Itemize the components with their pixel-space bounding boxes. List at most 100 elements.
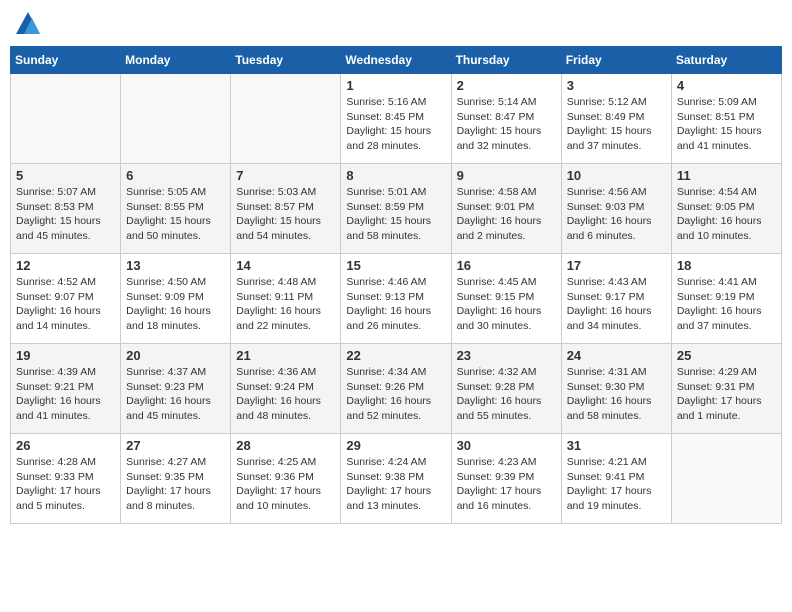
logo — [14, 10, 46, 38]
calendar-cell: 19 Sunrise: 4:39 AM Sunset: 9:21 PM Dayli… — [11, 344, 121, 434]
calendar-cell: 24 Sunrise: 4:31 AM Sunset: 9:30 PM Dayli… — [561, 344, 671, 434]
day-header-saturday: Saturday — [671, 47, 781, 74]
day-number: 8 — [346, 168, 445, 183]
calendar-cell: 1Sunrise: 5:16 AM Sunset: 8:45 PM Daylig… — [341, 74, 451, 164]
day-number: 31 — [567, 438, 666, 453]
day-number: 9 — [457, 168, 556, 183]
day-number: 13 — [126, 258, 225, 273]
day-number: 22 — [346, 348, 445, 363]
day-info: Sunrise: 4:31 AM Sunset: 9:30 PM Dayligh… — [567, 365, 666, 424]
day-info: Sunrise: 5:01 AM Sunset: 8:59 PM Dayligh… — [346, 185, 445, 244]
day-info: Sunrise: 4:43 AM Sunset: 9:17 PM Dayligh… — [567, 275, 666, 334]
day-info: Sunrise: 4:54 AM Sunset: 9:05 PM Dayligh… — [677, 185, 776, 244]
day-info: Sunrise: 4:25 AM Sunset: 9:36 PM Dayligh… — [236, 455, 335, 514]
day-info: Sunrise: 4:21 AM Sunset: 9:41 PM Dayligh… — [567, 455, 666, 514]
day-info: Sunrise: 4:28 AM Sunset: 9:33 PM Dayligh… — [16, 455, 115, 514]
calendar-body: 1Sunrise: 5:16 AM Sunset: 8:45 PM Daylig… — [11, 74, 782, 524]
calendar-cell: 25 Sunrise: 4:29 AM Sunset: 9:31 PM Dayli… — [671, 344, 781, 434]
calendar-cell: 6 Sunrise: 5:05 AM Sunset: 8:55 PM Daylig… — [121, 164, 231, 254]
calendar-cell: 29Sunrise: 4:24 AM Sunset: 9:38 PM Dayli… — [341, 434, 451, 524]
calendar-week-3: 12 Sunrise: 4:52 AM Sunset: 9:07 PM Dayli… — [11, 254, 782, 344]
day-header-tuesday: Tuesday — [231, 47, 341, 74]
day-number: 17 — [567, 258, 666, 273]
day-info: Sunrise: 5:09 AM Sunset: 8:51 PM Dayligh… — [677, 95, 776, 154]
day-info: Sunrise: 4:37 AM Sunset: 9:23 PM Dayligh… — [126, 365, 225, 424]
day-info: Sunrise: 4:46 AM Sunset: 9:13 PM Dayligh… — [346, 275, 445, 334]
day-info: Sunrise: 5:14 AM Sunset: 8:47 PM Dayligh… — [457, 95, 556, 154]
day-number: 27 — [126, 438, 225, 453]
day-number: 10 — [567, 168, 666, 183]
day-info: Sunrise: 4:34 AM Sunset: 9:26 PM Dayligh… — [346, 365, 445, 424]
day-number: 12 — [16, 258, 115, 273]
day-info: Sunrise: 4:23 AM Sunset: 9:39 PM Dayligh… — [457, 455, 556, 514]
day-info: Sunrise: 4:56 AM Sunset: 9:03 PM Dayligh… — [567, 185, 666, 244]
calendar-cell: 13 Sunrise: 4:50 AM Sunset: 9:09 PM Dayli… — [121, 254, 231, 344]
day-number: 28 — [236, 438, 335, 453]
day-number: 14 — [236, 258, 335, 273]
calendar-week-4: 19 Sunrise: 4:39 AM Sunset: 9:21 PM Dayli… — [11, 344, 782, 434]
calendar-cell: 15 Sunrise: 4:46 AM Sunset: 9:13 PM Dayli… — [341, 254, 451, 344]
day-info: Sunrise: 5:07 AM Sunset: 8:53 PM Dayligh… — [16, 185, 115, 244]
day-number: 30 — [457, 438, 556, 453]
day-info: Sunrise: 5:03 AM Sunset: 8:57 PM Dayligh… — [236, 185, 335, 244]
day-number: 2 — [457, 78, 556, 93]
calendar-cell: 17 Sunrise: 4:43 AM Sunset: 9:17 PM Dayli… — [561, 254, 671, 344]
calendar-cell: 8 Sunrise: 5:01 AM Sunset: 8:59 PM Daylig… — [341, 164, 451, 254]
calendar-cell: 21 Sunrise: 4:36 AM Sunset: 9:24 PM Dayli… — [231, 344, 341, 434]
day-info: Sunrise: 4:52 AM Sunset: 9:07 PM Dayligh… — [16, 275, 115, 334]
calendar-cell: 11 Sunrise: 4:54 AM Sunset: 9:05 PM Dayli… — [671, 164, 781, 254]
day-info: Sunrise: 4:41 AM Sunset: 9:19 PM Dayligh… — [677, 275, 776, 334]
calendar-cell: 16 Sunrise: 4:45 AM Sunset: 9:15 PM Dayli… — [451, 254, 561, 344]
calendar-table: SundayMondayTuesdayWednesdayThursdayFrid… — [10, 46, 782, 524]
calendar-cell: 14Sunrise: 4:48 AM Sunset: 9:11 PM Dayli… — [231, 254, 341, 344]
day-header-thursday: Thursday — [451, 47, 561, 74]
calendar-cell: 27 Sunrise: 4:27 AM Sunset: 9:35 PM Dayli… — [121, 434, 231, 524]
day-header-monday: Monday — [121, 47, 231, 74]
calendar-cell: 3 Sunrise: 5:12 AM Sunset: 8:49 PM Daylig… — [561, 74, 671, 164]
calendar-cell — [121, 74, 231, 164]
day-info: Sunrise: 4:29 AM Sunset: 9:31 PM Dayligh… — [677, 365, 776, 424]
calendar-cell — [231, 74, 341, 164]
day-number: 19 — [16, 348, 115, 363]
calendar-cell: 23Sunrise: 4:32 AM Sunset: 9:28 PM Dayli… — [451, 344, 561, 434]
calendar-cell: 7 Sunrise: 5:03 AM Sunset: 8:57 PM Daylig… — [231, 164, 341, 254]
day-info: Sunrise: 4:36 AM Sunset: 9:24 PM Dayligh… — [236, 365, 335, 424]
page-header — [10, 10, 782, 38]
logo-icon — [14, 10, 42, 38]
day-number: 16 — [457, 258, 556, 273]
calendar-cell: 9 Sunrise: 4:58 AM Sunset: 9:01 PM Daylig… — [451, 164, 561, 254]
day-info: Sunrise: 4:58 AM Sunset: 9:01 PM Dayligh… — [457, 185, 556, 244]
day-info: Sunrise: 4:39 AM Sunset: 9:21 PM Dayligh… — [16, 365, 115, 424]
calendar-cell: 12 Sunrise: 4:52 AM Sunset: 9:07 PM Dayli… — [11, 254, 121, 344]
day-info: Sunrise: 5:05 AM Sunset: 8:55 PM Dayligh… — [126, 185, 225, 244]
day-number: 23 — [457, 348, 556, 363]
calendar-cell: 26 Sunrise: 4:28 AM Sunset: 9:33 PM Dayli… — [11, 434, 121, 524]
day-number: 15 — [346, 258, 445, 273]
day-info: Sunrise: 4:45 AM Sunset: 9:15 PM Dayligh… — [457, 275, 556, 334]
day-number: 4 — [677, 78, 776, 93]
day-info: Sunrise: 4:50 AM Sunset: 9:09 PM Dayligh… — [126, 275, 225, 334]
day-number: 26 — [16, 438, 115, 453]
day-number: 18 — [677, 258, 776, 273]
day-number: 20 — [126, 348, 225, 363]
day-info: Sunrise: 5:12 AM Sunset: 8:49 PM Dayligh… — [567, 95, 666, 154]
calendar-cell: 22 Sunrise: 4:34 AM Sunset: 9:26 PM Dayli… — [341, 344, 451, 434]
calendar-cell: 4 Sunrise: 5:09 AM Sunset: 8:51 PM Daylig… — [671, 74, 781, 164]
day-number: 29 — [346, 438, 445, 453]
day-number: 24 — [567, 348, 666, 363]
day-number: 11 — [677, 168, 776, 183]
day-number: 7 — [236, 168, 335, 183]
calendar-cell: 18 Sunrise: 4:41 AM Sunset: 9:19 PM Dayli… — [671, 254, 781, 344]
calendar-cell: 31 Sunrise: 4:21 AM Sunset: 9:41 PM Dayli… — [561, 434, 671, 524]
day-number: 25 — [677, 348, 776, 363]
calendar-cell: 5 Sunrise: 5:07 AM Sunset: 8:53 PM Daylig… — [11, 164, 121, 254]
day-number: 6 — [126, 168, 225, 183]
day-number: 21 — [236, 348, 335, 363]
header-row: SundayMondayTuesdayWednesdayThursdayFrid… — [11, 47, 782, 74]
day-info: Sunrise: 4:27 AM Sunset: 9:35 PM Dayligh… — [126, 455, 225, 514]
day-header-friday: Friday — [561, 47, 671, 74]
calendar-week-5: 26 Sunrise: 4:28 AM Sunset: 9:33 PM Dayli… — [11, 434, 782, 524]
day-number: 5 — [16, 168, 115, 183]
calendar-week-1: 1Sunrise: 5:16 AM Sunset: 8:45 PM Daylig… — [11, 74, 782, 164]
day-number: 3 — [567, 78, 666, 93]
